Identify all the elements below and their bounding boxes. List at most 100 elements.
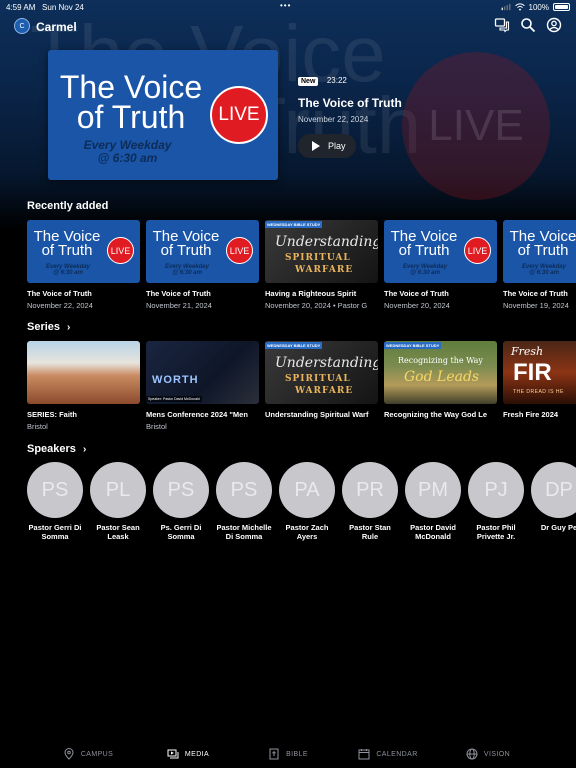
media-card[interactable]: The Voiceof TruthEvery Weekday@ 6:30 amL… [27, 220, 140, 310]
speaker-item[interactable]: DP Dr Guy Pe [531, 462, 576, 542]
recently-added-row: The Voice of Truth Every Weekday @ 6:30 am L… [27, 220, 576, 310]
live-badge: LIVE [226, 237, 253, 264]
speaker-name: Pastor Gerri Di Somma [28, 523, 82, 542]
thumbnail: WORTH Speaker: Pastor David McDonald [146, 341, 259, 404]
app-bar: C Carmel [0, 16, 576, 38]
play-icon [312, 141, 320, 151]
app-name[interactable]: Carmel [36, 20, 77, 34]
series-row: SERIES: Faith Bristol WORTH Speaker: Pastor… [27, 341, 576, 431]
card-title: Fresh Fire 2024 [503, 410, 559, 419]
tab-media[interactable]: MEDIA [138, 740, 238, 768]
thumbnail: WEDNESDAY BIBLE STUDY Recognizing the Way… [384, 341, 497, 404]
speaker-name: Pastor Sean Leask [96, 523, 140, 542]
avatar: PM [405, 462, 461, 518]
chat-icon[interactable] [494, 17, 510, 33]
speaker-item[interactable]: PS Pastor Gerri Di Somma [27, 462, 83, 542]
thumb-tag: WEDNESDAY BIBLE STUDY [265, 221, 323, 228]
media-card[interactable]: The Voiceof TruthEvery Weekday@ 6:30 amL… [384, 220, 497, 310]
thumbnail: The Voiceof Truth Every Weekday@ 6:30 am L… [146, 220, 259, 283]
avatar: PJ [468, 462, 524, 518]
avatar: PS [153, 462, 209, 518]
thumb-title-line: of Truth [41, 242, 93, 260]
app-logo[interactable]: C [14, 18, 30, 34]
bible-icon [269, 748, 279, 760]
thumb-art-line: Recognizing the Way [398, 356, 483, 365]
thumb-tag: WEDNESDAY BIBLE STUDY [265, 342, 323, 349]
media-card[interactable]: The Voiceof Truth Every Weekday@ 6:30 am L… [146, 220, 259, 310]
thumb-art-line: WARFARE [295, 265, 354, 275]
live-badge: LIVE [464, 237, 491, 264]
thumb-title-line: of Truth [398, 242, 450, 260]
thumb-title-line: of Truth [517, 242, 569, 260]
speaker-item[interactable]: PJ Pastor Phil Privette Jr. [468, 462, 524, 542]
status-indicators: 100% [501, 2, 570, 12]
search-icon[interactable] [520, 17, 536, 33]
tab-bible[interactable]: BIBLE [238, 740, 338, 768]
chevron-right-icon: › [67, 321, 71, 333]
thumb-art-speaker: Speaker: Pastor David McDonald [146, 396, 202, 402]
speaker-name: Pastor Michelle Di Somma [216, 523, 272, 542]
featured-artwork[interactable]: The Voice of Truth Every Weekday @ 6:30 … [48, 50, 278, 180]
card-subtitle: November 22, 2024 [27, 301, 93, 310]
thumb-schedule-line: @ 6:30 am [410, 270, 440, 277]
thumb-title-art: The Voice of Truth [150, 229, 222, 259]
thumbnail: WEDNESDAY BIBLE STUDY Understanding SPIRIT… [265, 220, 378, 283]
card-subtitle: Bristol [146, 422, 167, 431]
series-card[interactable]: WORTH Speaker: Pastor David McDonald Mens … [146, 341, 259, 431]
featured-title[interactable]: The Voice of Truth [298, 96, 402, 110]
thumb-title-art: The Voice of Truth [388, 229, 460, 260]
tab-campus[interactable]: CAMPUS [38, 740, 138, 768]
speakers-heading[interactable]: Speakers › [27, 443, 86, 455]
card-title: The Voice of Truth [384, 289, 449, 298]
play-label: Play [328, 141, 346, 151]
media-card[interactable]: WEDNESDAY BIBLE STUDY Understanding SPIRIT… [265, 220, 378, 310]
battery-percent: 100% [528, 2, 549, 12]
tab-calendar[interactable]: CALENDAR [338, 740, 438, 768]
series-heading[interactable]: Series › [27, 321, 70, 333]
featured-info: New 23:22 The Voice of Truth November 22… [298, 70, 402, 124]
status-time: 4:59 AM Sun Nov 24 [6, 3, 84, 12]
tab-vision[interactable]: VISION [438, 740, 538, 768]
avatar: DP [531, 462, 576, 518]
speaker-item[interactable]: PR Pastor Stan Rule [342, 462, 398, 542]
thumbnail: The Voiceof TruthEvery Weekday@ 6:30 amL… [27, 220, 140, 283]
media-card[interactable]: The Voiceof TruthEvery Weekday@ 6:30 amL… [503, 220, 576, 310]
card-title: The Voice of Truth [146, 289, 211, 298]
thumb-art-line: Understanding [275, 355, 378, 371]
thumbnail: WEDNESDAY BIBLE STUDY Understanding SPIRIT… [265, 341, 378, 404]
thumb-art-line: Fresh [511, 345, 544, 358]
thumb-schedule: Every Weekday @ 6:30 am [160, 264, 214, 277]
series-card[interactable]: WEDNESDAY BIBLE STUDY Recognizing the Way… [384, 341, 497, 431]
thumb-title-art: The Voice of Truth [31, 229, 103, 260]
new-badge: New [298, 77, 319, 86]
speaker-name: Pastor Stan Rule [349, 523, 391, 542]
speaker-item[interactable]: PL Pastor Sean Leask [90, 462, 146, 542]
card-subtitle: November 21, 2024 [146, 301, 212, 310]
play-button[interactable]: Play [298, 134, 356, 158]
series-card[interactable]: Fresh FIR THE DREAD IS HE Fresh Fire 2024 [503, 341, 576, 431]
speaker-item[interactable]: PS Ps. Gerri Di Somma [153, 462, 209, 542]
thumb-schedule: Every Weekday @ 6:30 am [517, 264, 571, 277]
card-title: The Voice of Truth [503, 289, 568, 298]
thumb-tag: WEDNESDAY BIBLE STUDY [384, 342, 442, 349]
thumbnail: The Voiceof TruthEvery Weekday@ 6:30 amL… [503, 220, 576, 283]
series-card[interactable]: WEDNESDAY BIBLE STUDY Understanding SPIRIT… [265, 341, 378, 431]
multitask-dots[interactable]: ••• [280, 1, 291, 10]
card-title: Understanding Spiritual Warf [265, 410, 369, 419]
thumb-art-line: SPIRITUAL [285, 253, 351, 263]
thumb-schedule-line: @ 6:30 am [172, 270, 202, 277]
thumb-art-line: God Leads [404, 369, 480, 385]
account-icon[interactable] [546, 17, 562, 33]
speaker-item[interactable]: PA Pastor Zach Ayers [279, 462, 335, 542]
card-subtitle: November 20, 2024 • Pastor G [265, 301, 368, 310]
speaker-item[interactable]: PM Pastor David McDonald [405, 462, 461, 542]
speaker-name: Ps. Gerri Di Somma [160, 523, 202, 542]
card-subtitle: November 20, 2024 [384, 301, 450, 310]
location-pin-icon [64, 748, 74, 760]
chevron-right-icon: › [82, 443, 87, 455]
speaker-item[interactable]: PS Pastor Michelle Di Somma [216, 462, 272, 542]
speaker-name: Dr Guy Pe [540, 523, 576, 532]
series-card[interactable]: SERIES: Faith Bristol [27, 341, 140, 431]
avatar: PS [27, 462, 83, 518]
speaker-name: Pastor Zach Ayers [285, 523, 329, 542]
